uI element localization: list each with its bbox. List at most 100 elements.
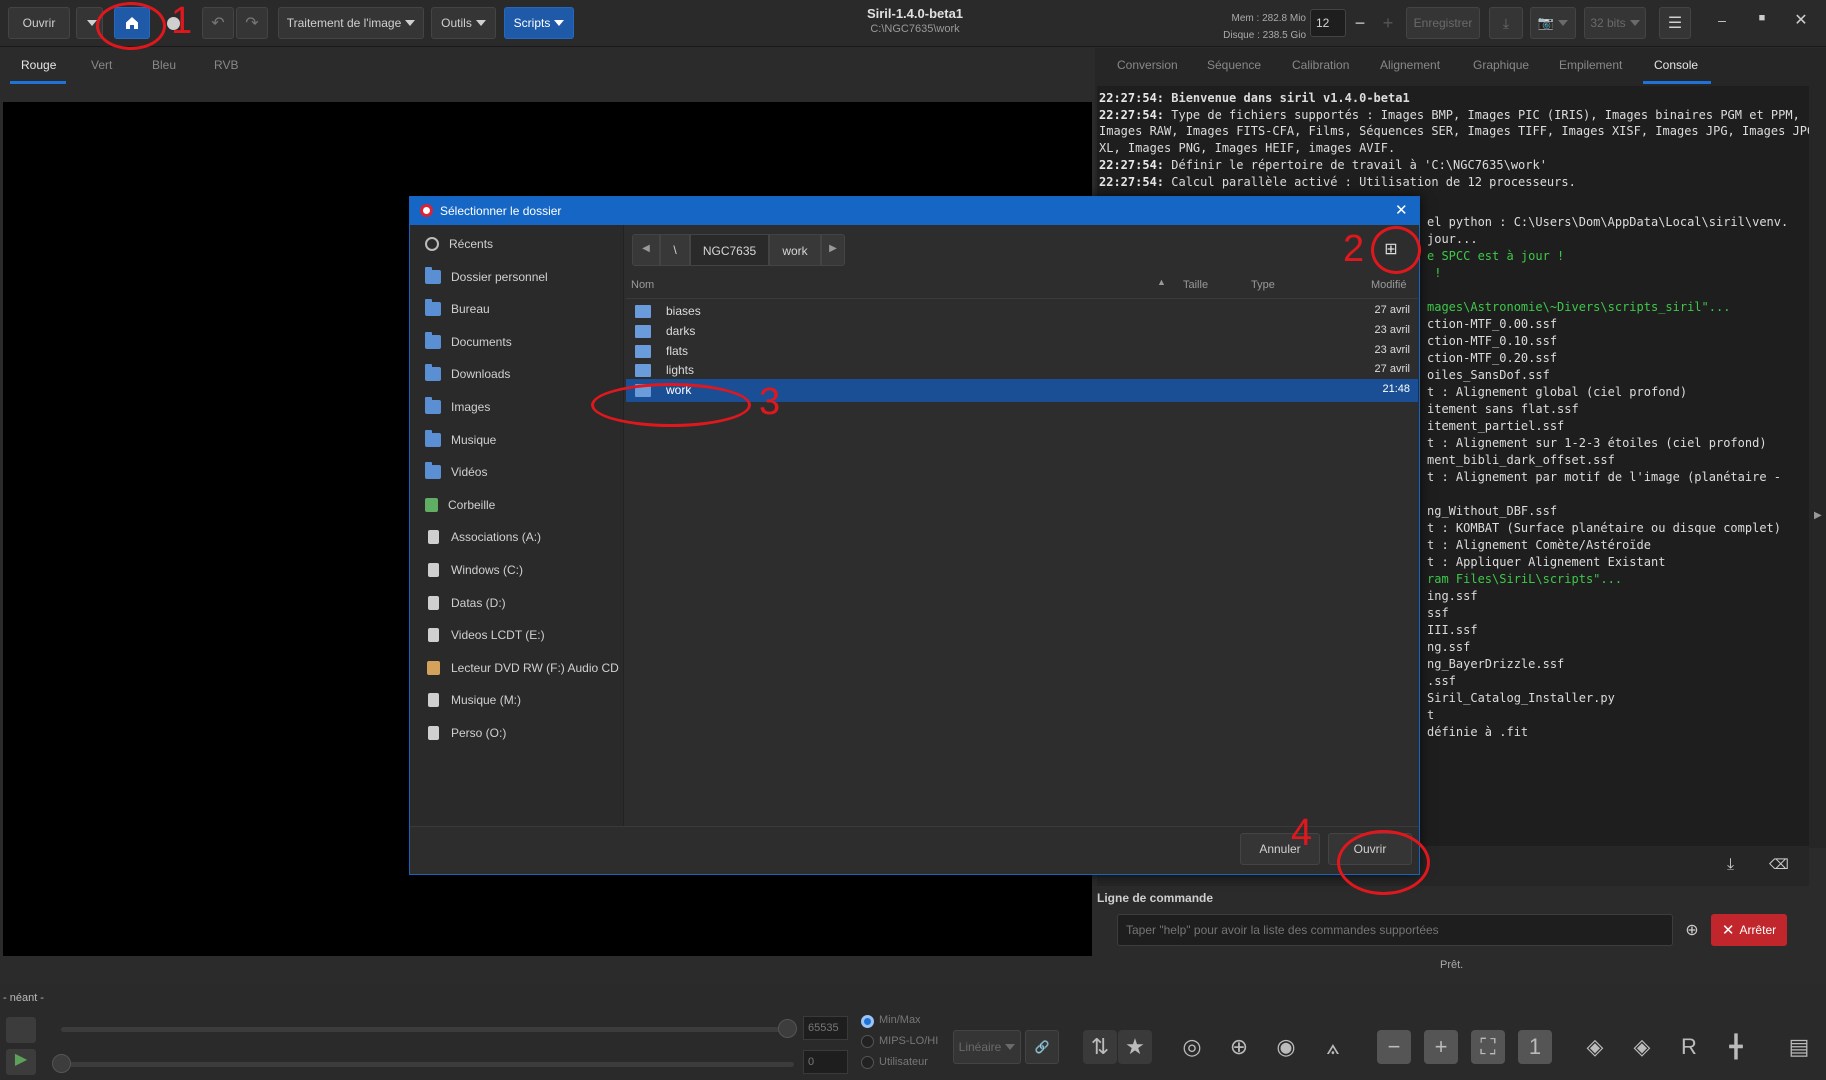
- console-line: .ssf: [1427, 674, 1456, 688]
- min-value-input[interactable]: 0: [803, 1050, 848, 1074]
- sidebar-item-associations-a[interactable]: Associations (A:): [410, 522, 624, 552]
- tools-menu[interactable]: Outils: [431, 7, 496, 39]
- sidebar-item-datas-d[interactable]: Datas (D:): [410, 588, 624, 618]
- sidebar-item-label: Documents: [451, 334, 512, 349]
- save-log-icon[interactable]: ⤓: [1727, 856, 1734, 874]
- tab-registration[interactable]: Alignement: [1380, 58, 1440, 72]
- zoom-in-icon[interactable]: +: [1424, 1030, 1458, 1064]
- max-slider[interactable]: [61, 1027, 794, 1032]
- threads-increment-button[interactable]: +: [1374, 9, 1402, 37]
- rgb-align-icon[interactable]: R: [1672, 1030, 1706, 1064]
- sidebar-item-musique[interactable]: Musique: [410, 425, 624, 455]
- clear-log-icon[interactable]: ⌫: [1769, 856, 1789, 873]
- path-root[interactable]: \: [660, 234, 690, 266]
- globe-icon[interactable]: ⊕: [1222, 1030, 1256, 1064]
- tab-console[interactable]: Console: [1654, 58, 1698, 72]
- max-value-input[interactable]: 65535: [803, 1016, 848, 1040]
- dialog-close-button[interactable]: ✕: [1395, 201, 1408, 219]
- radio-minmax[interactable]: [861, 1015, 874, 1028]
- snapshot-button[interactable]: 📷: [1530, 7, 1576, 39]
- tab-conversion[interactable]: Conversion: [1117, 58, 1178, 72]
- sidebar-item-r-cents[interactable]: Récents: [410, 229, 624, 259]
- console-line: t : Alignement par motif de l'image (pla…: [1427, 470, 1782, 484]
- column-modified[interactable]: Modifié: [1371, 279, 1406, 291]
- undo-button[interactable]: ↶: [202, 7, 234, 39]
- file-name: lights: [666, 363, 695, 378]
- close-window-button[interactable]: ✕: [1791, 10, 1811, 30]
- path-work[interactable]: work: [769, 234, 821, 266]
- minimize-button[interactable]: –: [1712, 12, 1732, 32]
- layers-icon[interactable]: ▤: [1782, 1030, 1816, 1064]
- image-thumbnail-button[interactable]: [6, 1017, 36, 1043]
- hamburger-icon: ☰: [1667, 15, 1683, 32]
- annotation-number-1: 1: [171, 0, 193, 42]
- path-forward-button[interactable]: ▶: [821, 234, 845, 266]
- play-icon[interactable]: ▶: [6, 1049, 36, 1075]
- threads-input[interactable]: 12: [1310, 9, 1346, 37]
- mirror-x-icon[interactable]: ◈: [1578, 1030, 1612, 1064]
- zoom-one-icon[interactable]: 1: [1518, 1030, 1552, 1064]
- sidebar-item-videos-lcdt-e[interactable]: Videos LCDT (E:): [410, 620, 624, 650]
- tab-green[interactable]: Vert: [91, 58, 112, 72]
- tab-red[interactable]: Rouge: [21, 58, 56, 72]
- histogram-icon[interactable]: ⇅: [1083, 1030, 1117, 1064]
- column-name[interactable]: Nom: [631, 279, 654, 291]
- sidebar-item-musique-m[interactable]: Musique (M:): [410, 685, 624, 715]
- help-icon[interactable]: ⊕: [1676, 914, 1708, 946]
- link-button[interactable]: 🔗: [1025, 1030, 1059, 1064]
- tab-plot[interactable]: Graphique: [1473, 58, 1529, 72]
- sidebar-item-label: Downloads: [451, 367, 511, 382]
- bit-depth-menu[interactable]: 32 bits: [1584, 7, 1646, 39]
- sidebar-item-lecteur-dvd-rw-f-audio-cd[interactable]: Lecteur DVD RW (F:) Audio CD: [410, 653, 624, 683]
- min-slider[interactable]: [61, 1062, 794, 1067]
- sidebar-item-perso-o[interactable]: Perso (O:): [410, 718, 624, 748]
- path-ngc7635[interactable]: NGC7635: [690, 234, 769, 266]
- command-input[interactable]: [1117, 914, 1673, 946]
- sidebar-item-downloads[interactable]: Downloads: [410, 359, 624, 389]
- sidebar-item-corbeille[interactable]: Corbeille: [410, 490, 624, 520]
- open-button[interactable]: Ouvrir: [8, 7, 70, 39]
- stop-button[interactable]: ✕ Arrêter: [1711, 914, 1787, 946]
- save-as-button[interactable]: ⤓: [1489, 7, 1523, 39]
- column-type[interactable]: Type: [1251, 279, 1275, 291]
- crosshair-icon[interactable]: ╋: [1719, 1030, 1753, 1064]
- zoom-out-icon[interactable]: −: [1377, 1030, 1411, 1064]
- sidebar-item-vid-os[interactable]: Vidéos: [410, 457, 624, 487]
- console-message: XL, Images PNG, Images HEIF, images AVIF…: [1099, 141, 1396, 155]
- main-menu-button[interactable]: ☰: [1659, 7, 1691, 39]
- save-button[interactable]: Enregistrer: [1406, 7, 1480, 39]
- redo-button[interactable]: ↷: [236, 7, 268, 39]
- expand-panel-icon[interactable]: ▶: [1814, 510, 1822, 521]
- tab-blue[interactable]: Bleu: [152, 58, 176, 72]
- sidebar-item-bureau[interactable]: Bureau: [410, 294, 624, 324]
- photometry-icon[interactable]: ◎: [1175, 1030, 1209, 1064]
- path-back-button[interactable]: ◀: [632, 234, 660, 266]
- tab-calibration[interactable]: Calibration: [1292, 58, 1349, 72]
- radio-user[interactable]: [861, 1056, 874, 1069]
- max-slider-handle[interactable]: [778, 1019, 797, 1038]
- link-icon: 🔗: [1034, 1040, 1050, 1054]
- scripts-menu[interactable]: Scripts: [504, 7, 574, 39]
- min-slider-handle[interactable]: [52, 1054, 71, 1073]
- column-size[interactable]: Taille: [1183, 279, 1208, 291]
- psf-icon[interactable]: ⟑: [1316, 1030, 1350, 1064]
- star-catalog-icon[interactable]: ★: [1118, 1030, 1152, 1064]
- tab-stacking[interactable]: Empilement: [1559, 58, 1622, 72]
- image-processing-menu[interactable]: Traitement de l'image: [278, 7, 424, 39]
- zoom-fit-icon[interactable]: ⛶: [1471, 1030, 1505, 1064]
- radio-mips[interactable]: [861, 1035, 874, 1048]
- folder-icon: [425, 462, 441, 480]
- threads-decrement-button[interactable]: −: [1346, 9, 1374, 37]
- file-modified: 27 avril: [1374, 304, 1410, 316]
- console-message: Définir le répertoire de travail à 'C:\N…: [1164, 158, 1547, 172]
- tab-rgb[interactable]: RVB: [214, 58, 238, 72]
- tab-sequence[interactable]: Séquence: [1207, 58, 1261, 72]
- sidebar-item-dossier-personnel[interactable]: Dossier personnel: [410, 262, 624, 292]
- maximize-button[interactable]: ■: [1752, 12, 1772, 32]
- sidebar-item-windows-c[interactable]: Windows (C:): [410, 555, 624, 585]
- console-line: mages\Astronomie\~Divers\scripts_siril".…: [1427, 300, 1731, 314]
- target-icon[interactable]: ◉: [1269, 1030, 1303, 1064]
- scale-dropdown[interactable]: Linéaire: [953, 1030, 1021, 1064]
- sidebar-item-documents[interactable]: Documents: [410, 327, 624, 357]
- mirror-y-icon[interactable]: ◈: [1625, 1030, 1659, 1064]
